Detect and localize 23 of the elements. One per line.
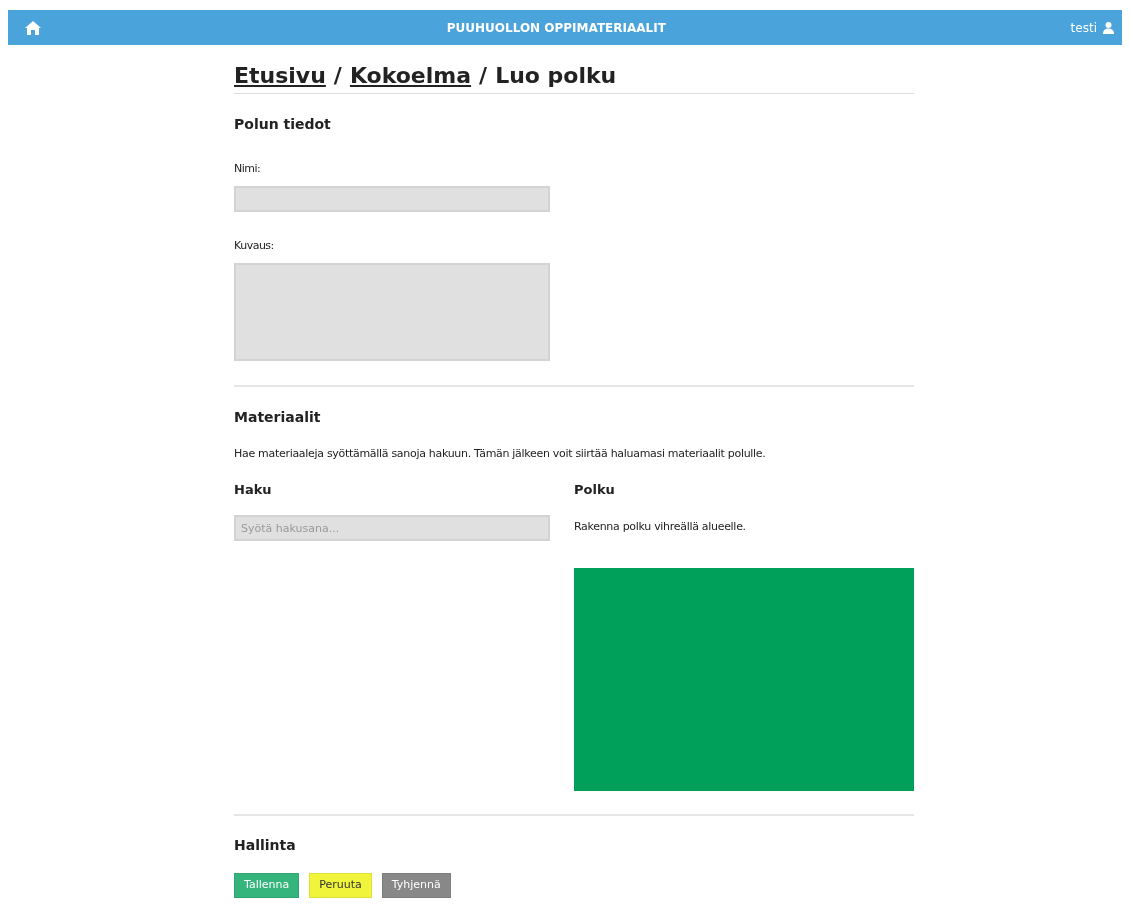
site-title: PUUHUOLLON OPPIMATERIAALIT	[445, 20, 667, 35]
section-heading: Polun tiedot	[234, 116, 332, 132]
field-label: Nimi:	[234, 162, 261, 175]
description-field[interactable]	[234, 263, 550, 361]
page-title: Luo polku	[495, 63, 617, 88]
breadcrumb-separator: /	[479, 63, 488, 88]
column-heading: Polku	[574, 482, 616, 497]
instructions-text: Hae materiaaleja syöttämällä sanoja hakuun. Tämän jälkeen voit siirtää haluamasi materiaalit polulle.	[234, 447, 767, 460]
section-heading: Materiaalit	[234, 409, 322, 425]
name-field[interactable]	[234, 186, 550, 212]
search-field[interactable]: Syötä hakusana...	[234, 515, 550, 541]
breadcrumb-separator: /	[333, 63, 342, 88]
field-label: Kuvaus:	[234, 239, 274, 252]
user-icon[interactable]	[1103, 21, 1114, 34]
cancel-button[interactable]: Peruuta	[309, 873, 372, 898]
breadcrumb-link[interactable]: Kokoelma	[349, 63, 472, 88]
section-heading: Hallinta	[234, 837, 297, 853]
clear-button[interactable]: Tyhjennä	[381, 873, 451, 898]
home-icon[interactable]	[24, 19, 42, 36]
path-drop-area[interactable]	[574, 568, 914, 791]
column-heading: Haku	[234, 482, 273, 497]
path-hint: Rakenna polku vihreällä alueelle.	[574, 520, 747, 533]
breadcrumb-link[interactable]: Etusivu	[234, 63, 326, 88]
